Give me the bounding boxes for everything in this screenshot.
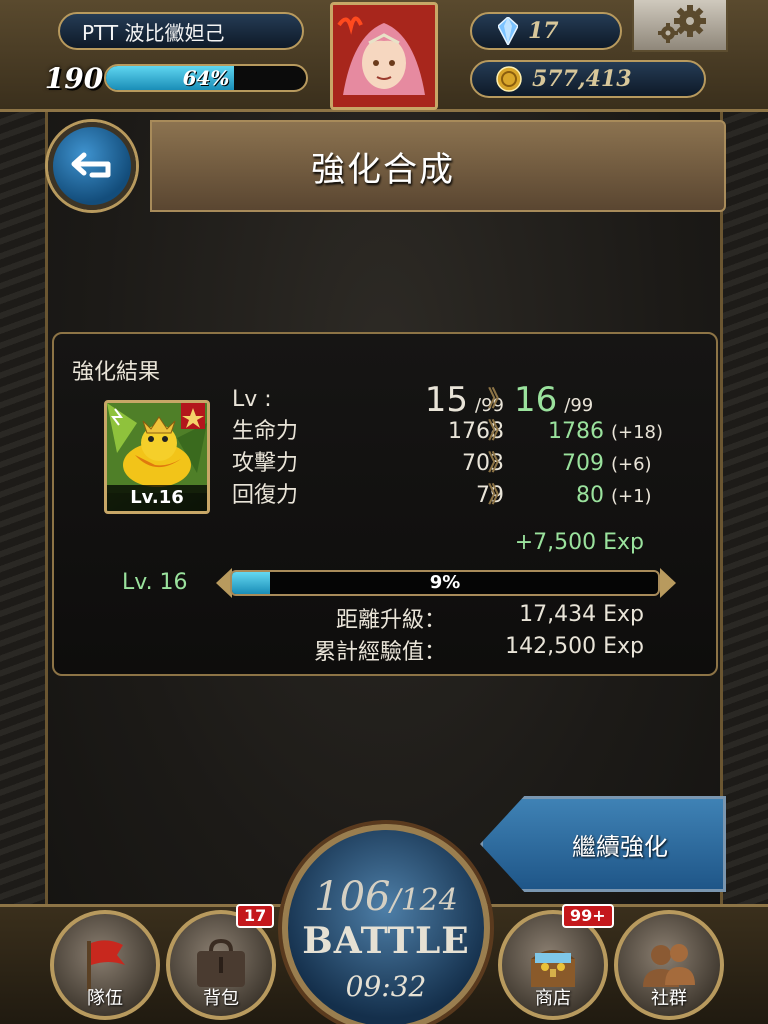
stat-label-atk: 攻擊力 bbox=[232, 451, 299, 476]
new-stats: 16 /99 1786 (+18) 709 (+6) 80 (+1) bbox=[514, 383, 714, 512]
exp-level-label: Lv. 16 bbox=[122, 570, 188, 595]
stat-arrows: 》 》 》 》 bbox=[488, 384, 510, 512]
continue-enhance-button[interactable]: 繼續強化 bbox=[480, 796, 726, 892]
atk-bonus: (+6) bbox=[611, 454, 652, 475]
to-next-label: 距離升級： bbox=[335, 608, 446, 633]
left-border-decoration bbox=[0, 0, 48, 1024]
arrow-icon: 》 bbox=[488, 419, 511, 444]
stat-label-hp: 生命力 bbox=[232, 419, 299, 444]
nav-team-button[interactable]: 隊伍 bbox=[50, 910, 160, 1020]
monster-card[interactable]: Lv.16 bbox=[104, 400, 210, 514]
arrow-icon: 》 bbox=[488, 387, 511, 412]
stat-label-lv: Lv : bbox=[232, 387, 272, 412]
arrow-icon: 》 bbox=[488, 483, 511, 508]
coin-icon bbox=[496, 66, 522, 92]
exp-gained: +7,500 Exp bbox=[514, 530, 644, 555]
continue-enhance-label: 繼續強化 bbox=[572, 832, 668, 861]
gem-counter[interactable]: 17 bbox=[470, 12, 622, 50]
arrow-icon: 》 bbox=[488, 451, 511, 476]
old-hp: 1768 bbox=[448, 419, 504, 444]
exp-progress-bar: 9% bbox=[230, 570, 660, 596]
nav-social-button[interactable]: 社群 bbox=[614, 910, 724, 1020]
to-next-value: 17,434 Exp bbox=[519, 602, 644, 627]
stat-label-rcv: 回復力 bbox=[232, 483, 299, 508]
hp-bonus: (+18) bbox=[611, 422, 664, 443]
player-name-box[interactable]: PTT 波比黴妲己 bbox=[58, 12, 304, 50]
coin-counter[interactable]: 577,413 bbox=[470, 60, 706, 98]
new-level-row: 16 /99 bbox=[514, 383, 714, 417]
old-atk: 703 bbox=[462, 451, 504, 476]
player-xp-percent: 64% bbox=[182, 66, 230, 90]
shop-badge: 99+ bbox=[562, 904, 614, 928]
settings-button[interactable] bbox=[632, 0, 728, 52]
nav-shop-label: 商店 bbox=[535, 988, 571, 1009]
stamina-max: /124 bbox=[390, 883, 458, 918]
enhance-result-panel: 強化結果 Lv.16 Lv : 生命力 攻擊力 回復力 15 /99 1768 bbox=[52, 332, 718, 676]
page-title: 強化合成 bbox=[311, 149, 455, 190]
nav-social-label: 社群 bbox=[651, 988, 687, 1009]
top-status-bar: PTT 波比黴妲己 190 64% 17 577,413 bbox=[0, 0, 768, 112]
player-avatar[interactable] bbox=[330, 2, 438, 110]
page-title-banner: 強化合成 bbox=[150, 120, 726, 212]
stamina-current: 106 bbox=[314, 874, 391, 920]
card-level: Lv.16 bbox=[107, 485, 207, 511]
exp-bar-cap-right bbox=[660, 568, 676, 598]
bag-badge: 17 bbox=[236, 904, 275, 928]
back-arrow-icon bbox=[71, 152, 111, 178]
new-hp: 1786 bbox=[548, 419, 604, 444]
duck-monster-icon bbox=[107, 403, 207, 493]
new-level-max: /99 bbox=[564, 395, 594, 416]
avatar-portrait-icon bbox=[333, 5, 435, 107]
section-title: 強化結果 bbox=[72, 360, 161, 385]
right-border-decoration bbox=[720, 0, 768, 1024]
coin-count: 577,413 bbox=[532, 66, 632, 92]
nav-bag-button[interactable]: 17 背包 bbox=[166, 904, 276, 1020]
old-rcv: 79 bbox=[476, 483, 504, 508]
battle-button[interactable]: 106/124 BATTLE 09:32 bbox=[282, 824, 490, 1024]
new-atk: 709 bbox=[562, 451, 604, 476]
exp-percent: 9% bbox=[429, 572, 461, 593]
total-exp-label: 累計經驗值： bbox=[313, 640, 446, 665]
gear-icon bbox=[658, 5, 706, 43]
new-level: 16 bbox=[514, 380, 558, 420]
gem-count: 17 bbox=[528, 18, 559, 44]
player-name: PTT 波比黴妲己 bbox=[82, 20, 225, 45]
nav-bag-label: 背包 bbox=[203, 988, 239, 1009]
old-level-row: 15 /99 bbox=[354, 383, 504, 417]
player-level-badge: 190 bbox=[44, 56, 104, 100]
new-rcv-row: 80 (+1) bbox=[514, 480, 714, 512]
new-rcv: 80 bbox=[576, 483, 604, 508]
stamina-timer: 09:32 bbox=[345, 970, 427, 1003]
stamina-counter: 106/124 bbox=[288, 874, 484, 920]
back-button[interactable] bbox=[48, 122, 136, 210]
nav-team-label: 隊伍 bbox=[87, 988, 123, 1009]
total-exp-value: 142,500 Exp bbox=[505, 634, 644, 659]
diamond-icon bbox=[498, 17, 518, 45]
rcv-bonus: (+1) bbox=[611, 486, 652, 507]
nav-shop-button[interactable]: 99+ 商店 bbox=[498, 904, 614, 1020]
stat-labels: Lv : 生命力 攻擊力 回復力 bbox=[232, 384, 298, 512]
battle-label: BATTLE bbox=[302, 920, 470, 962]
player-level: 190 bbox=[44, 61, 104, 95]
old-level: 15 bbox=[424, 380, 469, 420]
new-hp-row: 1786 (+18) bbox=[514, 416, 714, 448]
player-xp-bar: 64% bbox=[104, 64, 308, 92]
old-stats: 15 /99 1768 703 79 bbox=[354, 383, 504, 512]
new-atk-row: 709 (+6) bbox=[514, 448, 714, 480]
